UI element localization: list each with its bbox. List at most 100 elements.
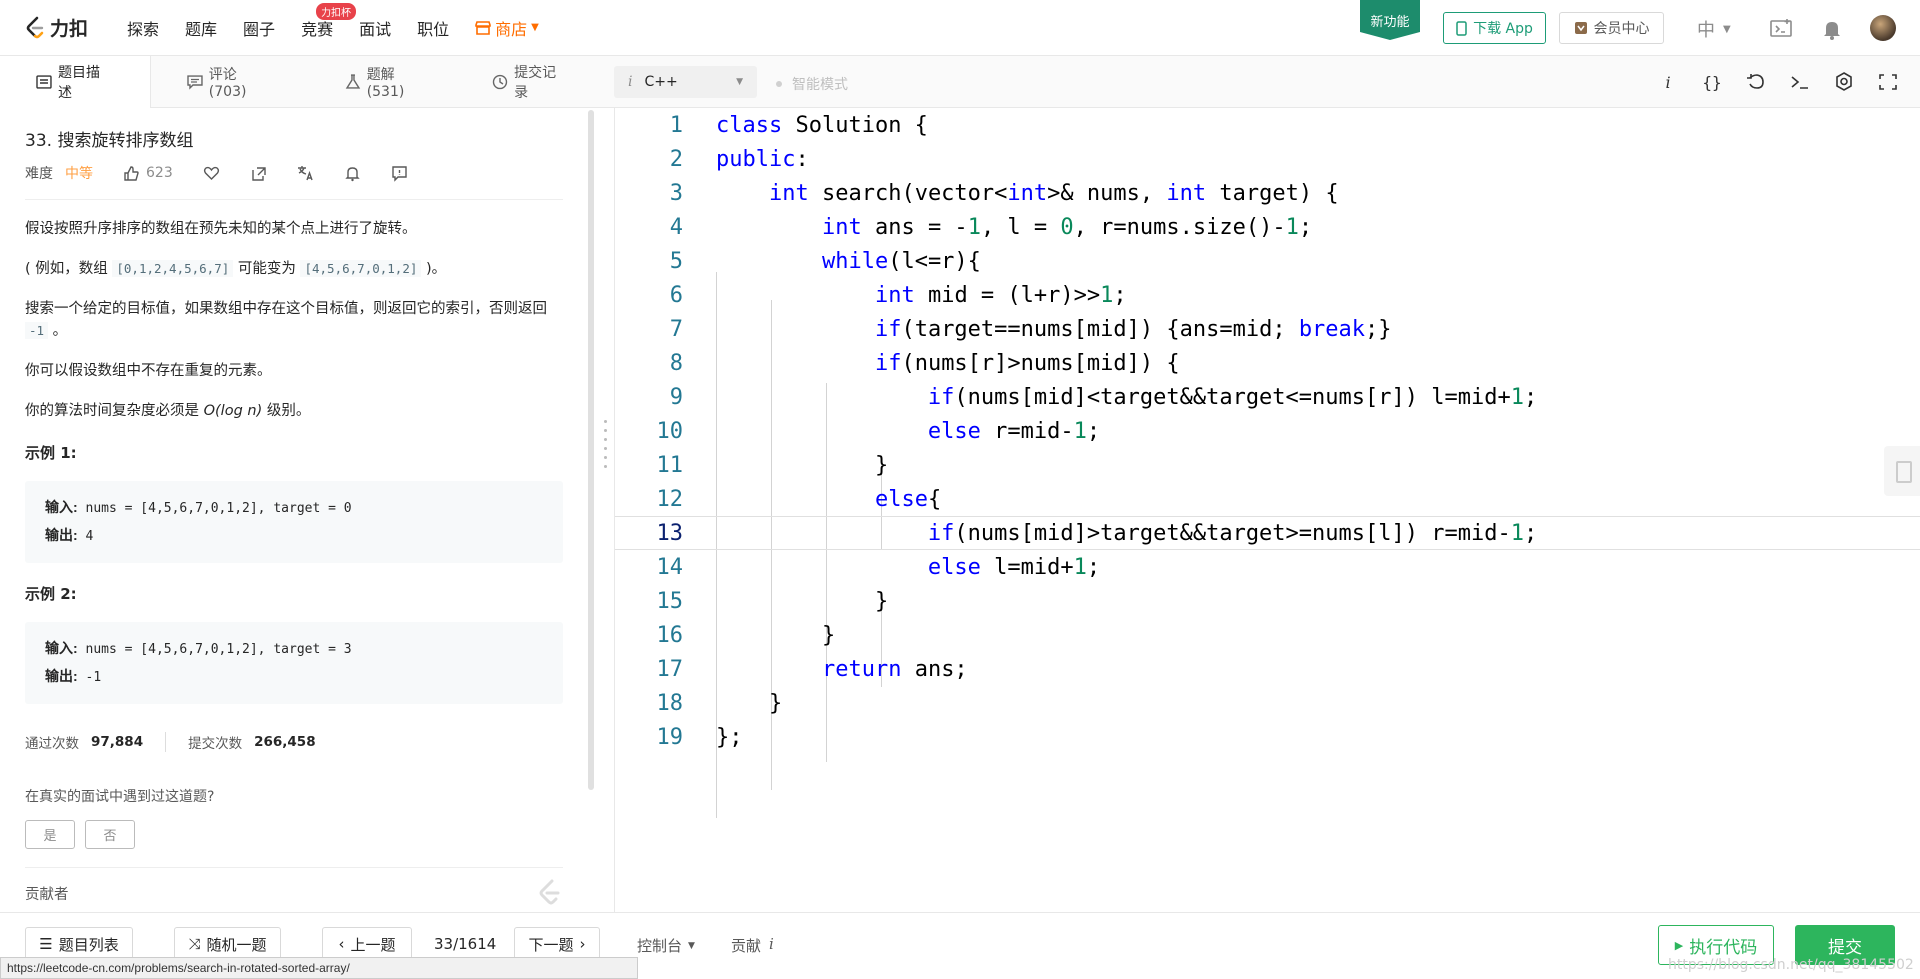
- difficulty-label: 难度: [25, 166, 53, 182]
- nav-store[interactable]: 商店 ▼: [462, 16, 552, 40]
- desc-text: 可能变为: [233, 261, 301, 277]
- playground-icon[interactable]: [1770, 18, 1792, 40]
- problem-description: 假设按照升序排序的数组在预先未知的某个点上进行了旋转。 ( 例如，数组 [0,1…: [25, 218, 563, 704]
- nav-interview[interactable]: 面试: [346, 16, 404, 40]
- nav-jobs[interactable]: 职位: [404, 16, 462, 40]
- line-number: 2: [669, 146, 683, 172]
- code-text: int ans = -1, l = 0, r=nums.size()-1;: [821, 214, 1313, 240]
- code-text: while(l<=r){: [821, 248, 981, 274]
- nav-contest-label: 竞赛: [301, 19, 334, 39]
- problem-meta: 难度 中等 623: [25, 163, 563, 200]
- contribute-button[interactable]: 贡献 i: [731, 935, 774, 956]
- desc-text: 搜索一个给定的目标值，如果数组中存在这个目标值，则返回它的索引，否则返回: [25, 301, 547, 317]
- terminal-icon[interactable]: [1788, 71, 1812, 93]
- yes-button[interactable]: 是: [25, 820, 75, 849]
- problem-list-button[interactable]: ☰ 题目列表: [25, 927, 133, 961]
- download-app-label: 下载 App: [1473, 21, 1533, 37]
- tab-comments[interactable]: 评论 (703): [151, 56, 315, 108]
- panel-splitter[interactable]: [604, 420, 608, 476]
- language-select[interactable]: i C++ ▼: [614, 66, 757, 98]
- next-problem-button[interactable]: 下一题 ›: [514, 927, 600, 961]
- submitted-label: 提交次数: [188, 736, 243, 752]
- toggle-dot-icon: [776, 81, 782, 87]
- bell-icon[interactable]: [1821, 18, 1843, 40]
- problem-description-panel: 33. 搜索旋转排序数组 难度 中等 623 假设按照升序排序的数组在预先未知的…: [0, 108, 592, 908]
- share-icon[interactable]: [250, 165, 267, 182]
- code-text: }: [716, 690, 783, 716]
- info-icon: i: [628, 74, 633, 90]
- chevron-left-icon: ‹: [338, 935, 345, 953]
- description-icon: [36, 75, 52, 89]
- nav-contest[interactable]: 竞赛 力扣杯: [288, 2, 357, 40]
- like-button[interactable]: 623: [123, 165, 173, 182]
- difficulty-value: 中等: [65, 166, 93, 182]
- desc-text: )。: [421, 261, 447, 277]
- tab-comments-label: 评论 (703): [208, 67, 247, 100]
- info-icon[interactable]: i: [1656, 71, 1680, 93]
- line-number: 7: [669, 316, 683, 342]
- tab-submissions-label: 提交记录: [514, 65, 557, 101]
- inline-code: -1: [25, 322, 49, 339]
- line-number: 11: [656, 452, 684, 478]
- line-number: 13: [656, 520, 684, 546]
- clock-icon: [492, 74, 508, 90]
- desc-para-5: 你的算法时间复杂度必须是 O(log n) 级别。: [25, 400, 563, 422]
- code-line: 10 else r=mid-1;: [615, 414, 1920, 448]
- watermark: https://blog.csdn.net/qq_38145502: [1668, 957, 1914, 973]
- tab-submissions[interactable]: 提交记录: [462, 56, 600, 108]
- logo-text: 力扣: [50, 18, 89, 40]
- code-line: 4 int ans = -1, l = 0, r=nums.size()-1;: [615, 210, 1920, 244]
- code-text: else r=mid-1;: [927, 418, 1101, 444]
- user-avatar[interactable]: [1870, 15, 1896, 41]
- language-switch[interactable]: 中 ▼: [1697, 16, 1731, 42]
- language-label: 中: [1697, 20, 1715, 41]
- code-line: 17 return ans;: [615, 652, 1920, 686]
- prev-problem-button[interactable]: ‹ 上一题: [322, 927, 412, 961]
- translate-icon[interactable]: [297, 165, 314, 182]
- nav-circle[interactable]: 圈子: [230, 16, 288, 40]
- example-input: nums = [4,5,6,7,0,1,2], target = 3: [77, 642, 352, 657]
- inline-code: [0,1,2,4,5,6,7]: [112, 260, 234, 277]
- console-toggle[interactable]: 控制台 ▼: [637, 935, 695, 956]
- bell-icon[interactable]: [344, 165, 361, 182]
- nav-explore[interactable]: 探索: [114, 16, 172, 40]
- reset-icon[interactable]: [1744, 71, 1768, 93]
- contributors-section[interactable]: 贡献者: [25, 867, 563, 908]
- desc-text: ( 例如，数组: [25, 261, 113, 277]
- description-scrollbar[interactable]: [588, 110, 594, 790]
- line-number: 1: [669, 112, 683, 138]
- desc-text: 。: [48, 323, 68, 339]
- interview-question: 在真实的面试中遇到过这道题?: [25, 789, 215, 805]
- heart-icon[interactable]: [203, 165, 220, 182]
- smart-mode-toggle[interactable]: 智能模式: [776, 74, 848, 94]
- side-panel-toggle[interactable]: [1884, 446, 1920, 496]
- submitted-count: 266,458: [254, 734, 316, 750]
- new-feature-banner[interactable]: 新功能: [1360, 0, 1420, 40]
- random-problem-label: 随机一题: [206, 935, 267, 954]
- format-braces-icon[interactable]: {}: [1700, 71, 1724, 93]
- code-line: 2 public:: [615, 142, 1920, 176]
- smart-mode-label: 智能模式: [792, 77, 848, 93]
- list-icon: ☰: [39, 935, 53, 953]
- line-number: 18: [656, 690, 684, 716]
- tab-description[interactable]: 题目描述: [0, 56, 151, 108]
- settings-icon[interactable]: [1832, 71, 1856, 93]
- line-number: 10: [656, 418, 684, 444]
- leetcode-logo-icon: [539, 879, 560, 905]
- code-text: if(nums[mid]>target&&target>=nums[l]) r=…: [927, 520, 1538, 546]
- download-app-button[interactable]: 下载 App: [1443, 12, 1546, 44]
- example-output-label: 输出:: [45, 668, 78, 684]
- leetcode-logo[interactable]: 力扣: [24, 14, 88, 41]
- example-output: -1: [77, 670, 102, 685]
- tab-solutions[interactable]: 题解(531): [315, 56, 462, 108]
- code-editor[interactable]: 1 class Solution { 2 public: 3 int search(…: [614, 108, 1920, 912]
- random-problem-button[interactable]: ⤨ 随机一题: [174, 927, 281, 961]
- line-number: 5: [669, 248, 683, 274]
- no-button[interactable]: 否: [85, 820, 135, 849]
- desc-para-1: 假设按照升序排序的数组在预先未知的某个点上进行了旋转。: [25, 221, 417, 237]
- code-line: 8 if(nums[r]>nums[mid]) {: [615, 346, 1920, 380]
- feedback-icon[interactable]: [391, 165, 408, 182]
- nav-problems[interactable]: 题库: [172, 16, 230, 40]
- fullscreen-icon[interactable]: [1876, 71, 1900, 93]
- member-center-button[interactable]: 会员中心: [1559, 12, 1664, 44]
